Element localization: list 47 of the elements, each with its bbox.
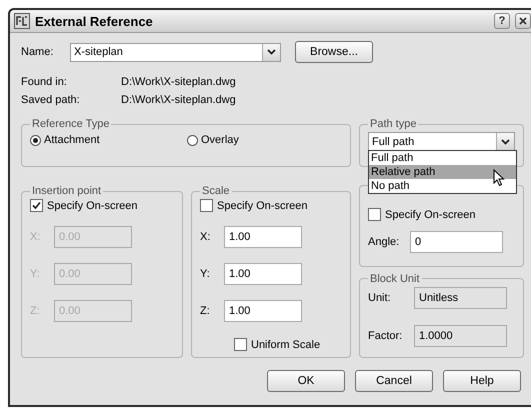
- angle-label: Angle:: [368, 236, 400, 248]
- dialog-button[interactable]: Cancel: [355, 370, 433, 392]
- checkbox-option[interactable]: Specify On-screen: [368, 208, 517, 221]
- coordinate-label: X:: [30, 231, 42, 243]
- close-button[interactable]: [515, 13, 531, 29]
- info-label: Saved path:: [21, 94, 81, 106]
- path-text: D:\Work\X-siteplan.dwg: [121, 94, 236, 106]
- close-icon: [519, 17, 527, 25]
- coordinate-field[interactable]: 1.00: [224, 263, 302, 285]
- group-title: Block Unit: [369, 272, 421, 284]
- window-title: External Reference: [35, 14, 154, 28]
- factor-field: 1.0000: [414, 324, 507, 346]
- name-combobox[interactable]: X-siteplan: [70, 42, 281, 62]
- radio-option[interactable]: Overlay: [187, 134, 344, 146]
- chevron-down-icon: [267, 49, 276, 55]
- group-title: Reference Type: [31, 118, 110, 130]
- app-icon: [14, 13, 30, 29]
- checkbox-option[interactable]: Specify On-screen: [30, 199, 176, 212]
- coordinate-label: X:: [200, 231, 212, 243]
- dialog-button[interactable]: Help: [443, 370, 521, 392]
- unit-field: Unitless: [414, 286, 507, 308]
- angle-field[interactable]: 0: [410, 231, 503, 253]
- path-text: D:\Work\X-siteplan.dwg: [121, 76, 236, 88]
- checkbox-option[interactable]: Uniform Scale: [234, 338, 344, 351]
- checkbox-option[interactable]: Specify On-screen: [200, 199, 344, 212]
- unit-label: Unit:: [368, 292, 392, 304]
- chevron-down-icon: [501, 138, 510, 144]
- group-title: Scale: [201, 185, 231, 197]
- help-button[interactable]: ?: [494, 13, 510, 29]
- coordinate-field[interactable]: 1.00: [224, 226, 302, 248]
- dropdown-option[interactable]: Relative path: [369, 165, 516, 179]
- coordinate-label: Y:: [30, 268, 41, 280]
- check-icon: [32, 201, 41, 210]
- coordinate-field[interactable]: 1.00: [224, 300, 302, 322]
- mouse-pointer-icon: [493, 169, 505, 187]
- coordinate-label: Y:: [200, 268, 211, 280]
- factor-label: Factor:: [368, 330, 404, 342]
- dialog-button[interactable]: OK: [267, 370, 345, 392]
- group-title: Insertion point: [31, 185, 102, 197]
- browse-button[interactable]: Browse...: [295, 41, 373, 63]
- coordinate-label: Z:: [200, 305, 211, 317]
- info-label: Found in:: [21, 76, 68, 88]
- group-title: Path type: [369, 118, 418, 130]
- radio-option[interactable]: Attachment: [30, 134, 187, 146]
- name-label: Name:: [21, 46, 54, 58]
- path-type-combobox[interactable]: Full path: [368, 132, 515, 151]
- coordinate-label: Z:: [30, 305, 41, 317]
